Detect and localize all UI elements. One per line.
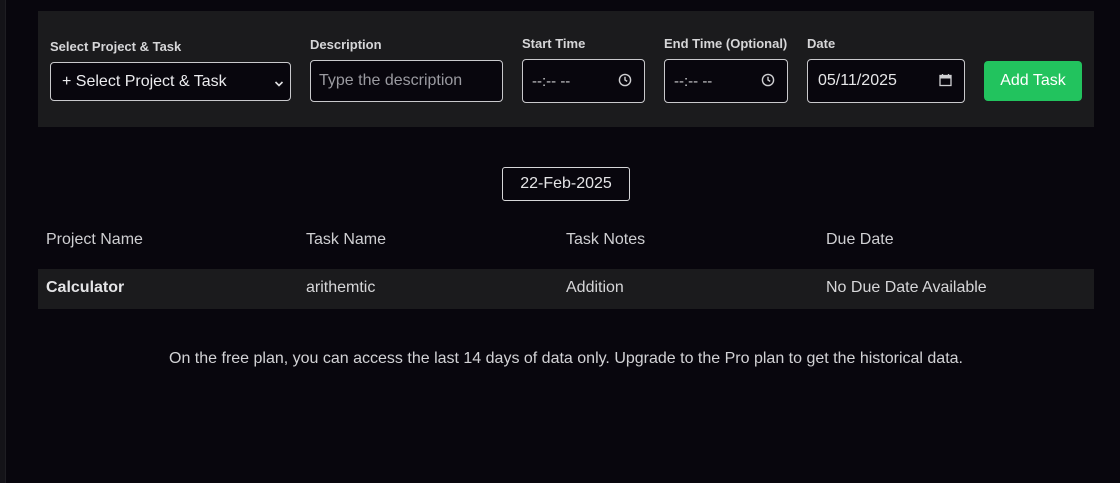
add-task-button[interactable]: Add Task: [984, 61, 1082, 101]
date-group-badge: 22-Feb-2025: [502, 167, 630, 201]
date-label: Date: [807, 36, 836, 51]
chevron-down-icon: [274, 76, 284, 94]
left-sidebar-edge: [0, 0, 6, 483]
project-task-select-value: + Select Project & Task: [62, 72, 227, 90]
header-due-date: Due Date: [826, 231, 894, 248]
end-time-input[interactable]: --:-- --: [664, 59, 788, 103]
free-plan-notice: On the free plan, you can access the las…: [169, 350, 963, 367]
clock-icon[interactable]: [761, 73, 775, 91]
project-task-label: Select Project & Task: [50, 39, 182, 54]
cell-task-name: arithemtic: [306, 279, 376, 296]
date-value: 05/11/2025: [818, 72, 897, 89]
project-task-select[interactable]: + Select Project & Task: [50, 62, 291, 101]
cell-task-notes: Addition: [566, 279, 624, 296]
end-time-label: End Time (Optional): [664, 36, 788, 51]
description-placeholder: Type the description: [319, 72, 463, 89]
start-time-label: Start Time: [522, 36, 586, 51]
header-task-name: Task Name: [306, 231, 387, 248]
clock-icon[interactable]: [618, 73, 632, 91]
date-input[interactable]: 05/11/2025: [807, 59, 965, 103]
description-label: Description: [310, 37, 382, 52]
description-input[interactable]: Type the description: [310, 60, 503, 102]
end-time-value: --:-- --: [674, 72, 713, 90]
start-time-input[interactable]: --:-- --: [522, 59, 645, 103]
header-task-notes: Task Notes: [566, 231, 646, 248]
start-time-value: --:-- --: [532, 72, 571, 90]
calendar-icon[interactable]: [939, 73, 952, 92]
cell-due-date: No Due Date Available: [826, 279, 987, 296]
cell-project-name: Calculator: [46, 279, 125, 296]
table-row[interactable]: Calculator arithemtic Addition No Due Da…: [38, 269, 1094, 309]
header-project-name: Project Name: [46, 231, 143, 248]
